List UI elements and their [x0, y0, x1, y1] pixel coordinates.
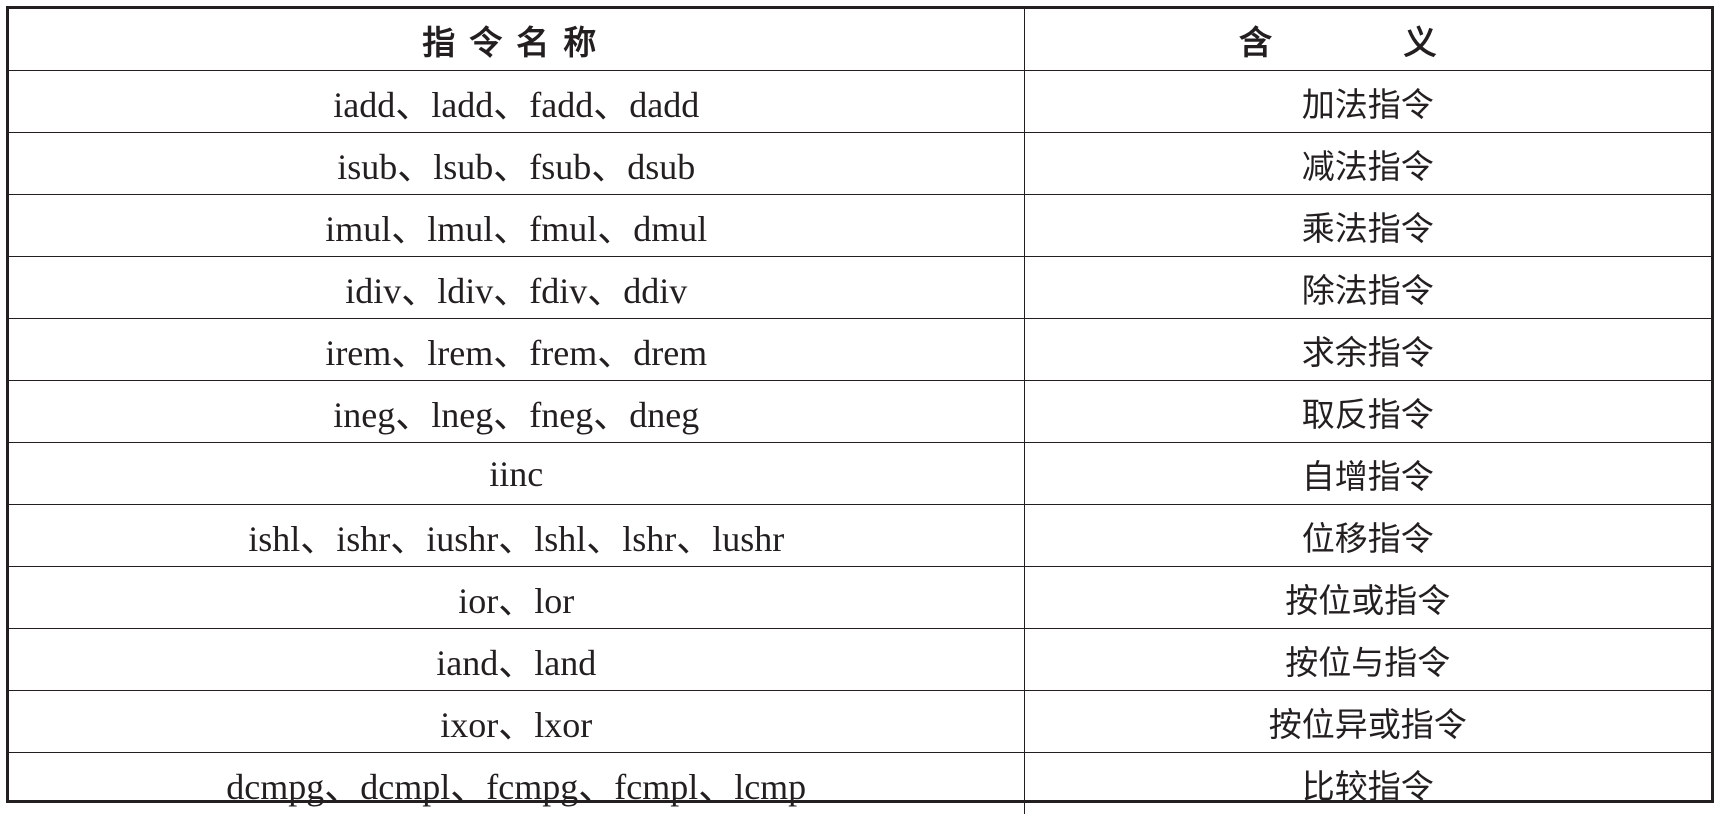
- table-row: ineg、lneg、fneg、dneg 取反指令: [9, 381, 1711, 443]
- header-instruction-name: 指令名称: [9, 9, 1024, 71]
- table-row: iand、land 按位与指令: [9, 629, 1711, 691]
- instruction-name-cell: idiv、ldiv、fdiv、ddiv: [9, 257, 1024, 319]
- instruction-name-cell: ior、lor: [9, 567, 1024, 629]
- instruction-name-cell: ishl、ishr、iushr、lshl、lshr、lushr: [9, 505, 1024, 567]
- instruction-name-cell: irem、lrem、frem、drem: [9, 319, 1024, 381]
- meaning-cell: 乘法指令: [1024, 195, 1711, 257]
- instruction-name-cell: isub、lsub、fsub、dsub: [9, 133, 1024, 195]
- meaning-cell: 除法指令: [1024, 257, 1711, 319]
- instruction-name-cell: imul、lmul、fmul、dmul: [9, 195, 1024, 257]
- instruction-name-cell: iinc: [9, 443, 1024, 505]
- meaning-cell: 位移指令: [1024, 505, 1711, 567]
- instruction-name-cell: iand、land: [9, 629, 1024, 691]
- meaning-cell: 比较指令: [1024, 753, 1711, 814]
- table-row: imul、lmul、fmul、dmul 乘法指令: [9, 195, 1711, 257]
- meaning-cell: 求余指令: [1024, 319, 1711, 381]
- instruction-name-cell: ineg、lneg、fneg、dneg: [9, 381, 1024, 443]
- instruction-table-container: 指令名称 含 义 iadd、ladd、fadd、dadd 加法指令 isub、l…: [6, 6, 1714, 803]
- meaning-cell: 按位或指令: [1024, 567, 1711, 629]
- meaning-cell: 加法指令: [1024, 71, 1711, 133]
- table-row: idiv、ldiv、fdiv、ddiv 除法指令: [9, 257, 1711, 319]
- instruction-name-cell: ixor、lxor: [9, 691, 1024, 753]
- table-row: ior、lor 按位或指令: [9, 567, 1711, 629]
- instruction-name-cell: dcmpg、dcmpl、fcmpg、fcmpl、lcmp: [9, 753, 1024, 814]
- meaning-cell: 按位异或指令: [1024, 691, 1711, 753]
- instruction-table: 指令名称 含 义 iadd、ladd、fadd、dadd 加法指令 isub、l…: [9, 9, 1711, 814]
- table-row: iinc 自增指令: [9, 443, 1711, 505]
- instruction-name-cell: iadd、ladd、fadd、dadd: [9, 71, 1024, 133]
- table-row: ishl、ishr、iushr、lshl、lshr、lushr 位移指令: [9, 505, 1711, 567]
- meaning-cell: 按位与指令: [1024, 629, 1711, 691]
- table-row: isub、lsub、fsub、dsub 减法指令: [9, 133, 1711, 195]
- table-row: irem、lrem、frem、drem 求余指令: [9, 319, 1711, 381]
- meaning-cell: 取反指令: [1024, 381, 1711, 443]
- table-header-row: 指令名称 含 义: [9, 9, 1711, 71]
- table-row: ixor、lxor 按位异或指令: [9, 691, 1711, 753]
- meaning-cell: 自增指令: [1024, 443, 1711, 505]
- header-meaning: 含 义: [1024, 9, 1711, 71]
- table-row: dcmpg、dcmpl、fcmpg、fcmpl、lcmp 比较指令: [9, 753, 1711, 814]
- meaning-cell: 减法指令: [1024, 133, 1711, 195]
- table-row: iadd、ladd、fadd、dadd 加法指令: [9, 71, 1711, 133]
